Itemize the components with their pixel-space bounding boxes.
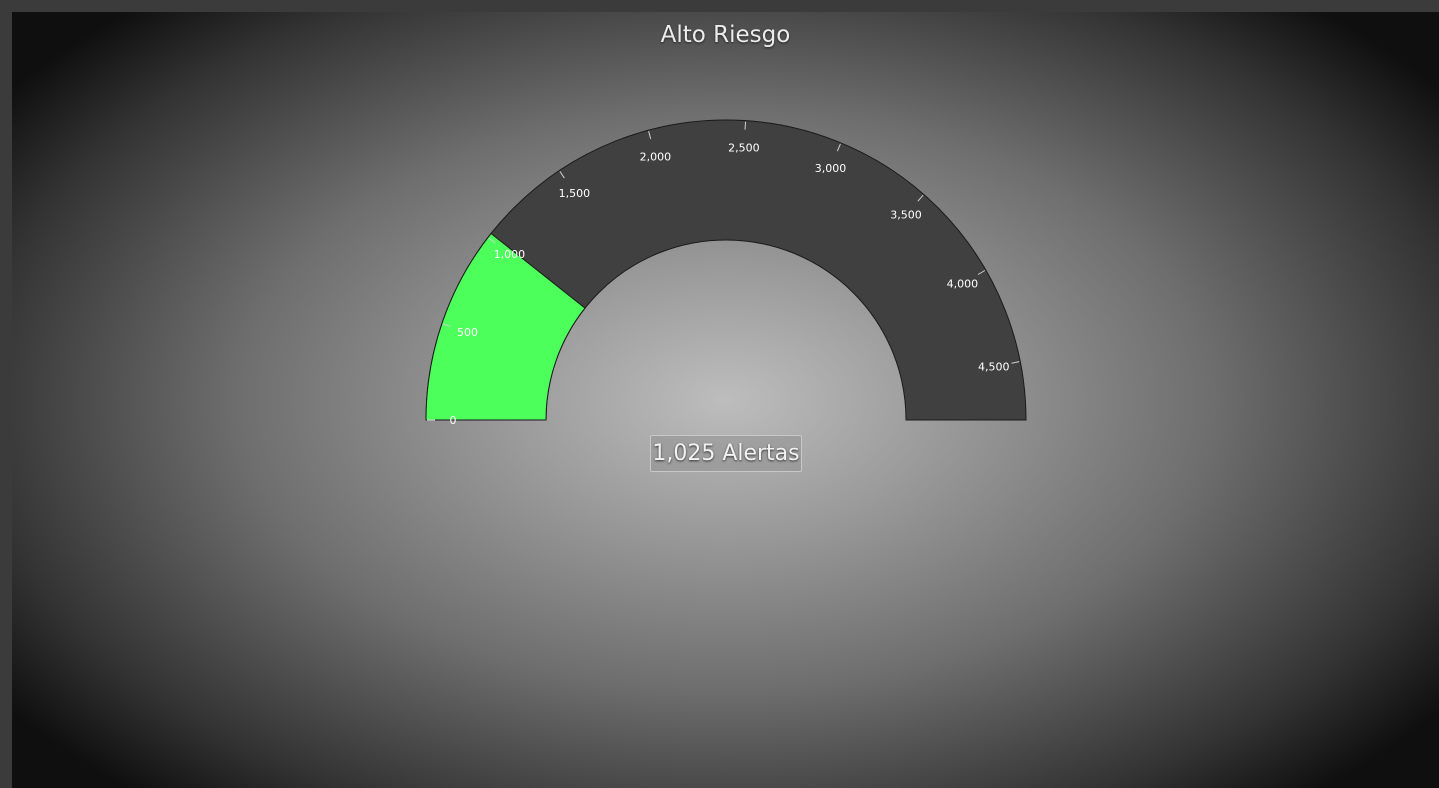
gauge-tick-label: 4,000 [947, 278, 979, 291]
gauge-panel: Alto Riesgo 0 500 1,000 1,500 2,000 2,500 3,00… [12, 12, 1439, 788]
gauge-tick-label: 4,500 [978, 361, 1010, 374]
gauge-tick-label: 2,500 [728, 142, 760, 155]
dashboard-frame: Alto Riesgo 0 500 1,000 1,500 2,000 2,500 3,00… [0, 0, 1439, 788]
gauge-value-label: 1,025 Alertas [650, 435, 802, 472]
gauge-tick-label: 500 [457, 326, 478, 339]
gauge-tick-label: 3,500 [890, 209, 922, 222]
gauge-tick-label: 1,500 [559, 187, 591, 200]
gauge-chart: 0 500 1,000 1,500 2,000 2,500 3,000 3,500 4,000 4… [425, 119, 1027, 427]
gauge-tick-label: 2,000 [640, 150, 672, 163]
gauge-tick-label: 1,000 [494, 248, 526, 261]
gauge-tick-label: 3,000 [815, 162, 847, 175]
gauge-tick-label: 0 [450, 414, 457, 427]
gauge-tick-mark [744, 121, 747, 130]
